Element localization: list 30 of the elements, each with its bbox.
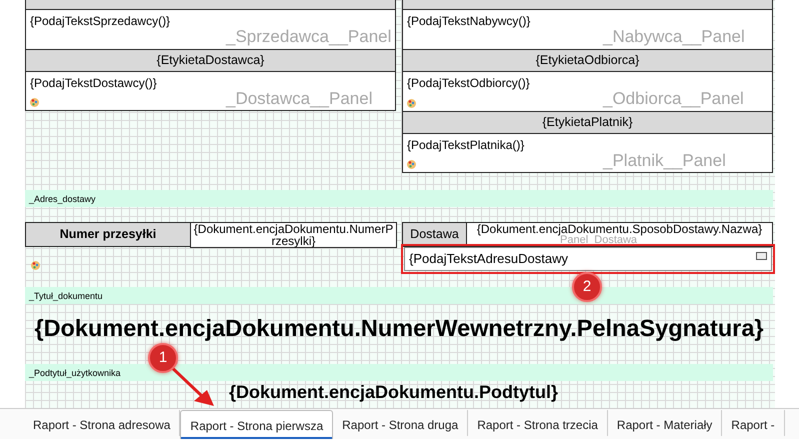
document-subtitle: {Dokument.encjaDokumentu.Podtytul}: [229, 381, 558, 404]
field-text: {PodajTekstSprzedawcy()}: [30, 14, 170, 28]
panel-name: _Nabywca__Panel: [603, 26, 745, 48]
panel-name: _Sprzedawca__Panel: [226, 26, 392, 48]
header-cell: {EtykietaDostawca}: [25, 49, 396, 72]
panel-name: _Dostawca__Panel: [226, 88, 372, 110]
panel-name: _Odbiorca__Panel: [603, 88, 744, 110]
header-cell: {EtykietaPlatnik}: [402, 111, 773, 134]
field-text: {PodajTekstAdresuDostawy: [409, 251, 568, 266]
label-cell: Numer przesyłki: [25, 222, 191, 247]
field-text: {PodajTekstOdbiorcy()}: [407, 76, 530, 90]
panel-name: Panel_Dostawa: [560, 234, 638, 246]
header-cell: {EtykietaOdbiorca}: [402, 49, 773, 72]
field-text: {PodajTekstDostawcy()}: [30, 76, 157, 90]
band-label: _Tytuł_dokumentu: [29, 291, 103, 301]
page-tab[interactable]: Raport -: [722, 410, 785, 436]
page-tab[interactable]: Raport - Strona trzecia: [468, 410, 608, 436]
band-label: _Podtytuł_użytkownika: [29, 368, 121, 378]
page-tab[interactable]: Raport - Strona druga: [333, 410, 468, 436]
field-text: {PodajTekstPlatnika()}: [407, 138, 524, 152]
label-cell: Dostawa: [402, 222, 467, 247]
page-tab[interactable]: Raport - Materiały: [608, 410, 722, 436]
field-text: {PodajTekstNabywcy()}: [407, 14, 530, 28]
panel-name: _Platnik__Panel: [603, 150, 726, 172]
page-tab[interactable]: Raport - Strona pierwsza: [180, 410, 334, 439]
band-label: _Adres_dostawy: [29, 194, 96, 204]
smart-tag-icon[interactable]: [756, 252, 767, 260]
address-field[interactable]: {PodajTekstAdresuDostawy: [404, 247, 772, 271]
palette-icon: [31, 261, 40, 270]
document-title: {Dokument.encjaDokumentu.NumerWewnetrzny.PelnaSygnatura}: [33, 316, 765, 341]
